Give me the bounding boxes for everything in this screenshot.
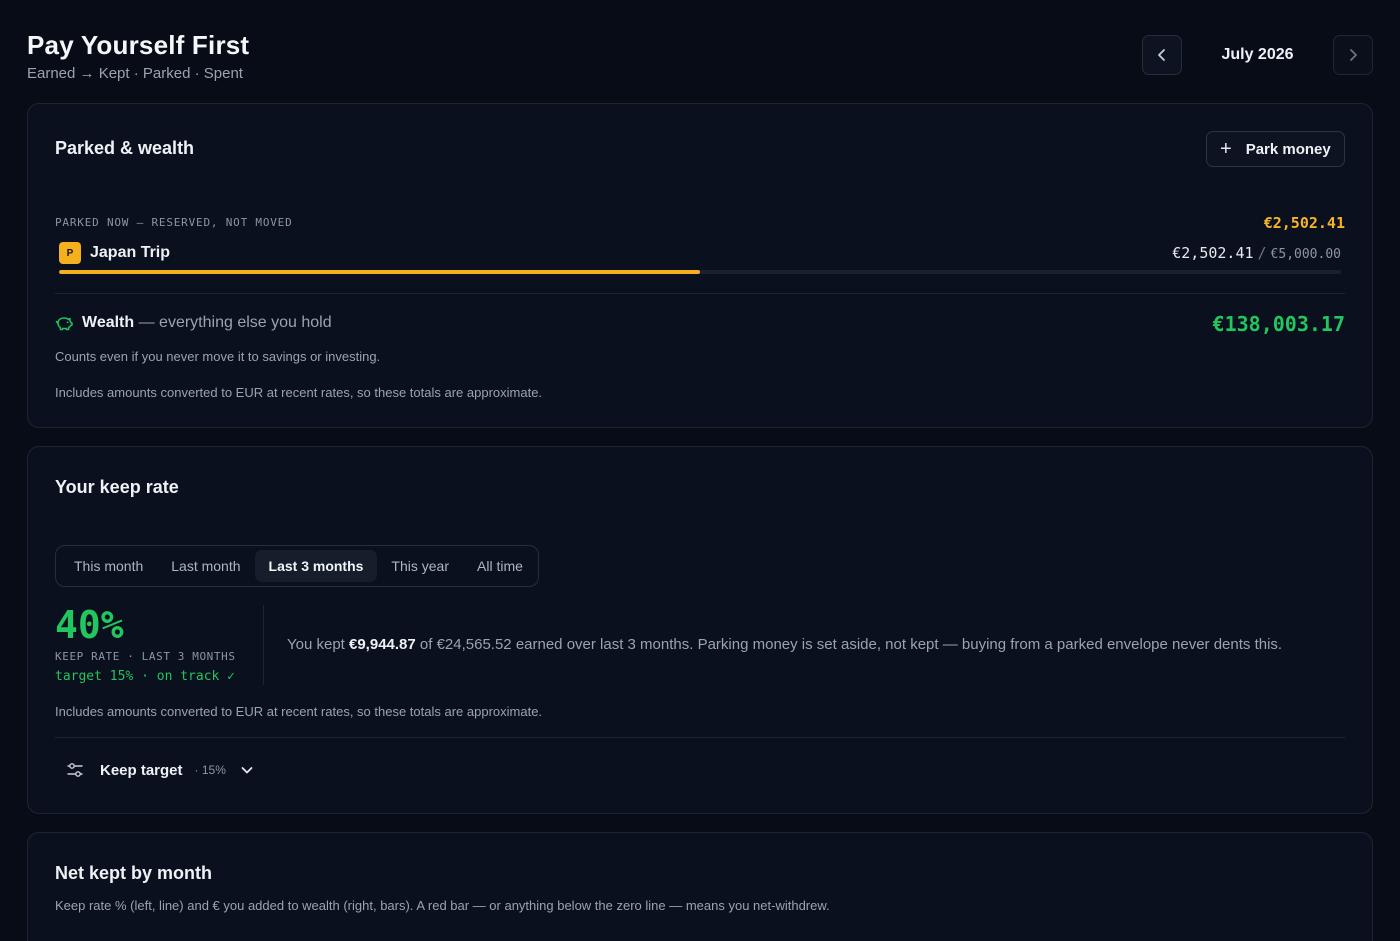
- period-tabs: This month Last month Last 3 months This…: [55, 545, 539, 587]
- divider: [55, 293, 1345, 294]
- net-kept-title: Net kept by month: [55, 863, 213, 883]
- page-header: Pay Yourself First Earned → Kept · Parke…: [27, 30, 1373, 86]
- tab-all-time[interactable]: All time: [463, 550, 537, 582]
- keep-rate-card: Your keep rate This month Last month Las…: [27, 446, 1373, 814]
- keep-rate-label: KEEP RATE · LAST 3 MONTHS: [55, 650, 236, 663]
- envelope-amount: €2,502.41: [1172, 244, 1254, 262]
- keep-target-value: · 15%: [194, 763, 226, 777]
- tab-this-year[interactable]: This year: [377, 550, 463, 582]
- keep-target-label: Keep target: [100, 761, 183, 779]
- keep-rate-summary: 40% KEEP RATE · LAST 3 MONTHS target 15%…: [55, 603, 263, 685]
- wealth-row: Wealth — everything else you hold €138,0…: [55, 312, 1345, 336]
- next-month-button[interactable]: [1333, 35, 1373, 75]
- current-month-label: July 2026: [1221, 46, 1294, 63]
- wealth-title: Wealth — everything else you hold: [82, 314, 332, 332]
- chevron-left-icon: [1158, 49, 1165, 61]
- park-money-label: Park money: [1245, 140, 1331, 158]
- keep-rate-title: Your keep rate: [55, 477, 179, 497]
- envelope-progress-fill: [59, 270, 700, 274]
- chevron-down-icon: [241, 767, 253, 774]
- plus-icon: +: [1220, 138, 1232, 160]
- wealth-suffix: — everything else you hold: [138, 314, 332, 331]
- parked-now-label: PARKED NOW — RESERVED, NOT MOVED: [55, 216, 293, 229]
- vertical-divider: [263, 605, 264, 685]
- tab-last-3-months[interactable]: Last 3 months: [254, 550, 378, 582]
- envelope-progress-bar: [59, 270, 1341, 274]
- kept-amount: €9,944.87: [349, 636, 416, 653]
- keep-target-status: target 15% · on track ✓: [55, 669, 236, 684]
- chevron-right-icon: [1350, 49, 1357, 61]
- net-kept-description: Keep rate % (left, line) and € you added…: [55, 898, 830, 913]
- keep-summary-text: You kept €9,944.87 of €24,565.52 earned …: [287, 636, 1282, 653]
- park-money-button[interactable]: + Park money: [1206, 131, 1345, 167]
- net-kept-card: Net kept by month Keep rate % (left, lin…: [27, 832, 1373, 941]
- parked-wealth-title: Parked & wealth: [55, 138, 195, 158]
- wealth-label: Wealth: [82, 314, 135, 331]
- wealth-amount: €138,003.17: [1212, 312, 1345, 336]
- envelope-name: Japan Trip: [90, 244, 171, 261]
- envelope-goal: €5,000.00: [1270, 247, 1341, 262]
- wealth-note: Counts even if you never move it to savi…: [55, 349, 381, 364]
- fx-disclaimer: Includes amounts converted to EUR at rec…: [55, 385, 543, 400]
- prev-month-button[interactable]: [1142, 35, 1182, 75]
- envelope-badge: P: [59, 242, 81, 264]
- divider: [55, 737, 1345, 738]
- page-subtitle: Earned → Kept · Parked · Spent: [27, 65, 243, 82]
- piggy-bank-icon: [55, 317, 73, 331]
- tab-this-month[interactable]: This month: [60, 550, 157, 582]
- parked-wealth-card: Parked & wealth + Park money PARKED NOW …: [27, 103, 1373, 428]
- keep-rate-value: 40%: [55, 603, 124, 647]
- month-navigator: July 2026: [1142, 35, 1373, 75]
- fx-disclaimer: Includes amounts converted to EUR at rec…: [55, 704, 543, 719]
- keep-summary-prefix: You kept: [287, 636, 349, 653]
- sliders-icon: [67, 763, 83, 777]
- parked-total: €2,502.41: [1263, 214, 1345, 232]
- keep-summary-rest: of €24,565.52 earned over last 3 months.…: [415, 636, 1283, 653]
- envelope-row[interactable]: P Japan Trip €2,502.41/€5,000.00: [59, 241, 1341, 271]
- envelope-amounts: €2,502.41/€5,000.00: [1172, 244, 1341, 262]
- keep-target-toggle[interactable]: Keep target · 15%: [66, 759, 254, 781]
- tab-last-month[interactable]: Last month: [157, 550, 254, 582]
- envelope-separator: /: [1257, 244, 1267, 262]
